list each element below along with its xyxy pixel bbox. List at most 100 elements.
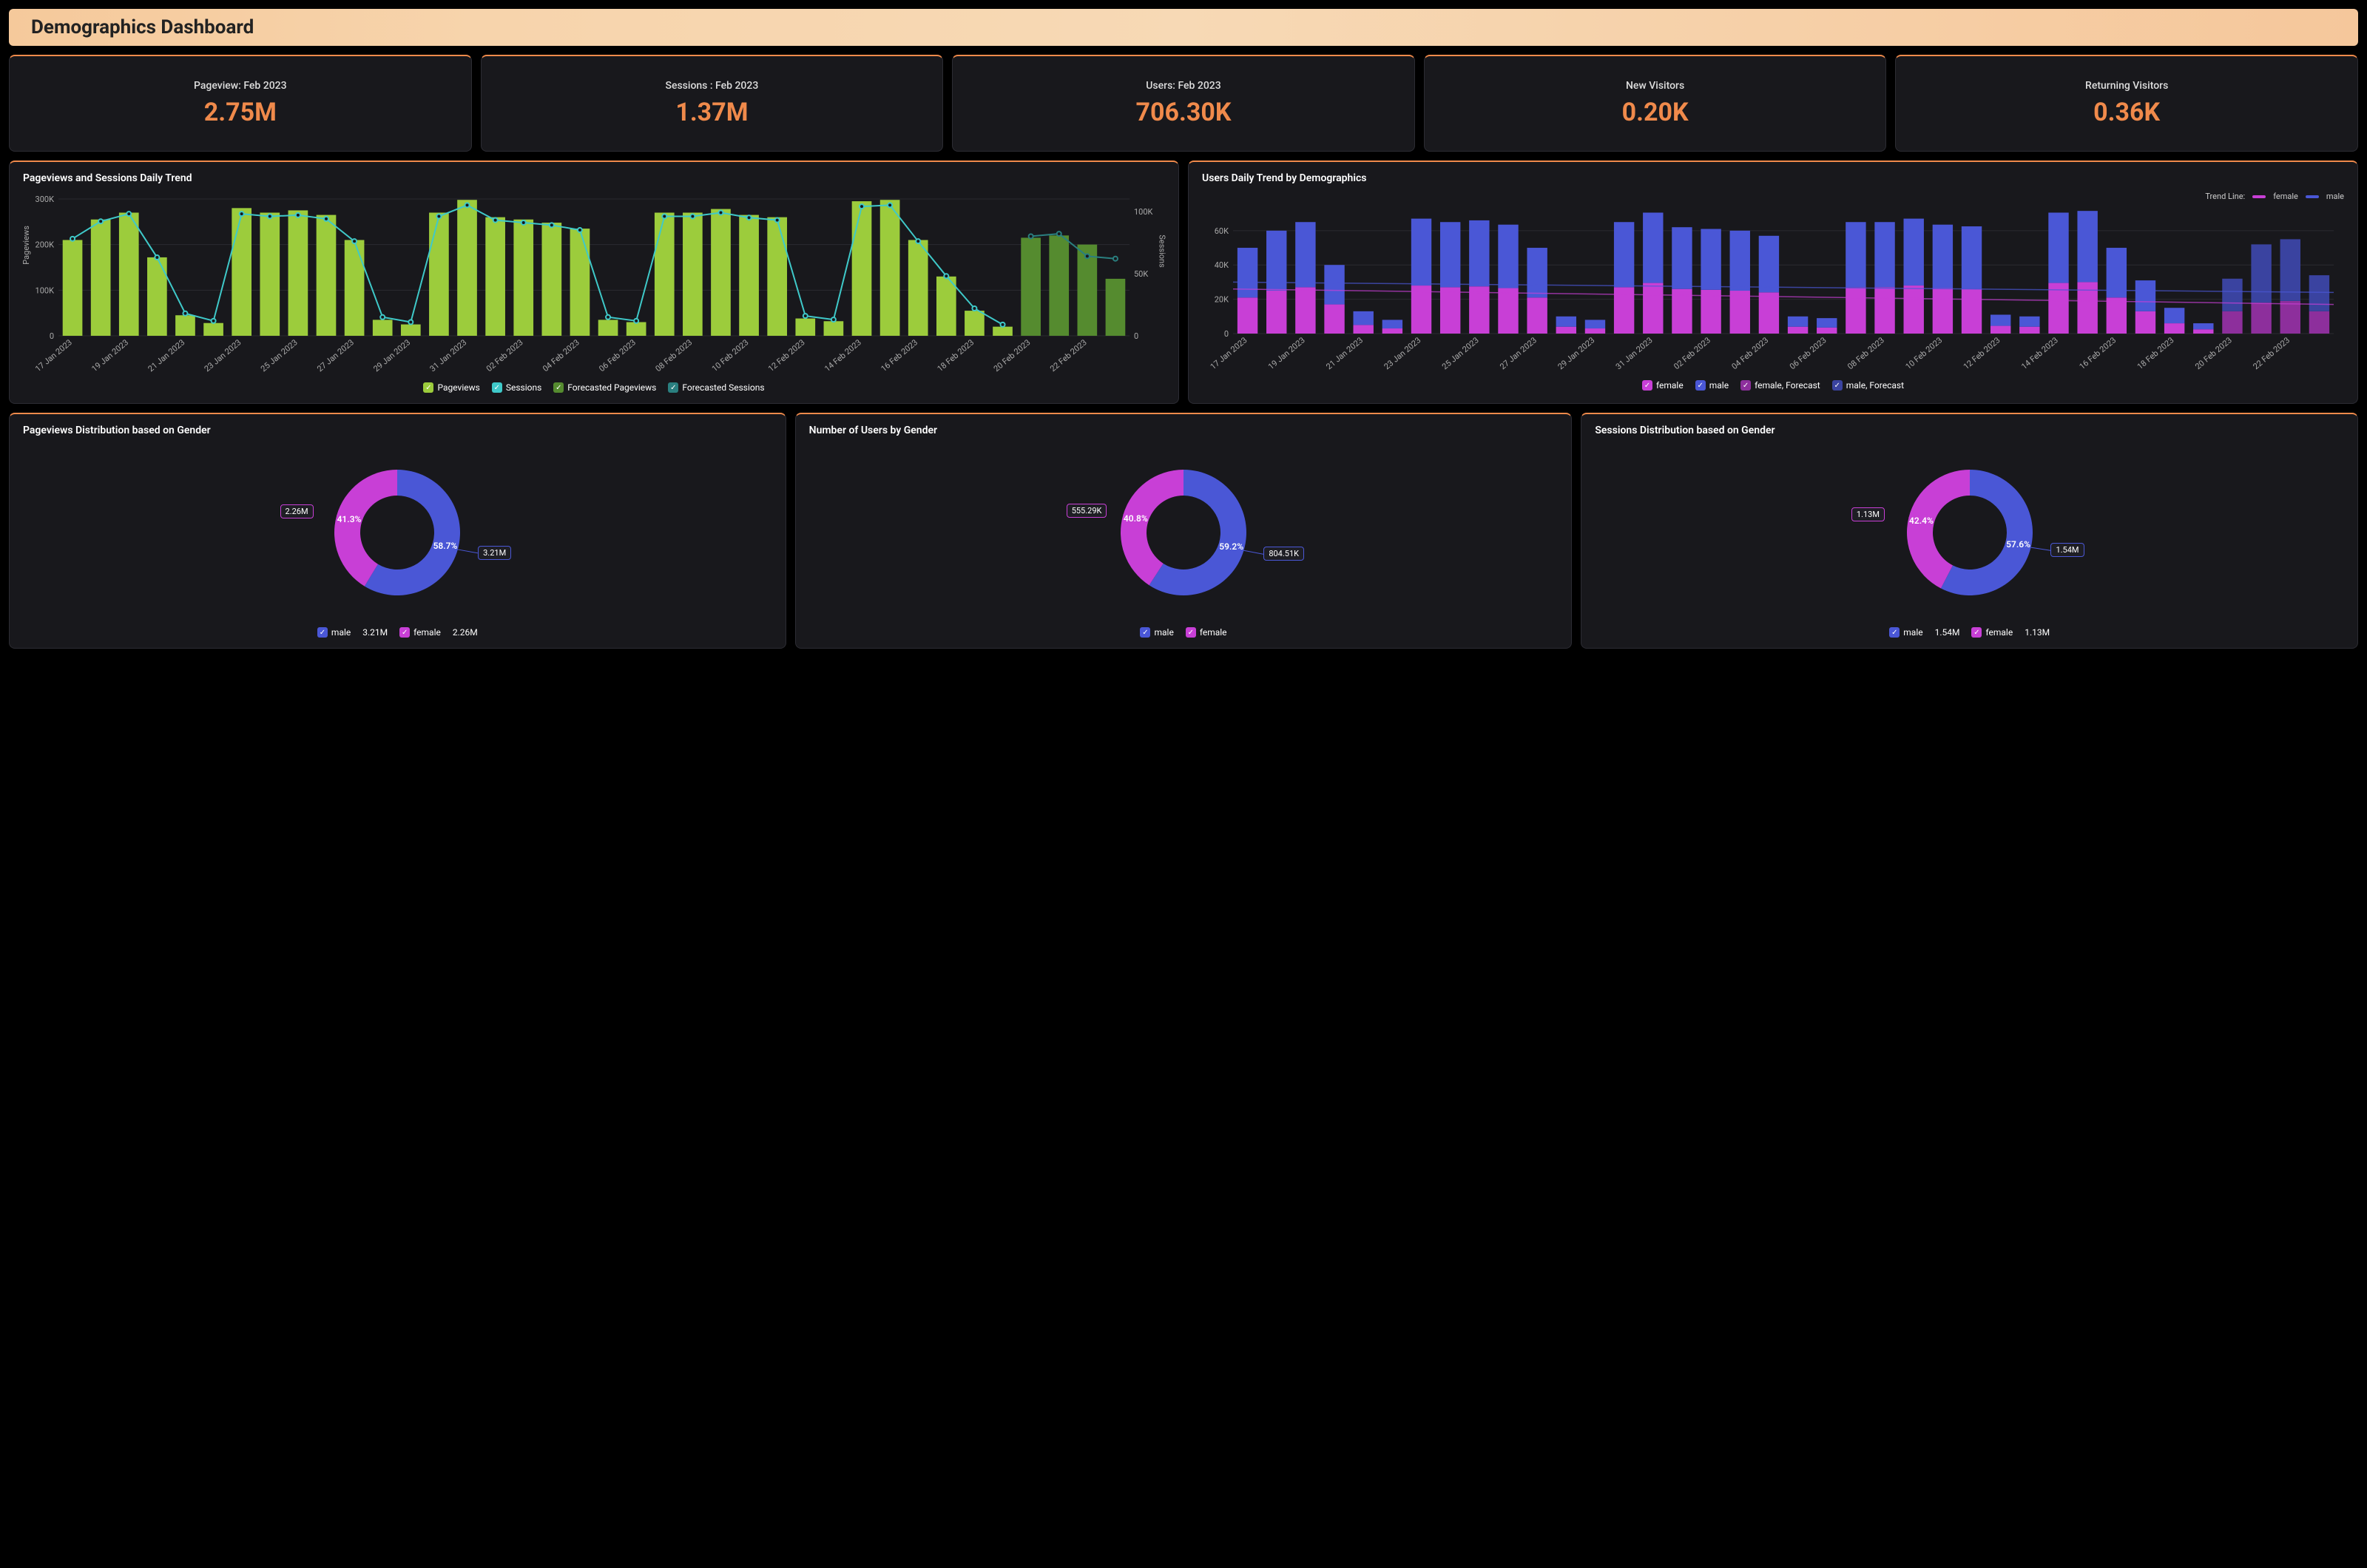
svg-text:40.8%: 40.8%: [1124, 513, 1148, 524]
svg-text:27 Jan 2023: 27 Jan 2023: [315, 337, 356, 374]
chart-users-demographics: Users Daily Trend by Demographics Trend …: [1188, 160, 2358, 404]
svg-text:31 Jan 2023: 31 Jan 2023: [1614, 335, 1655, 371]
chart-pageviews-sessions: Pageviews and Sessions Daily Trend Pagev…: [9, 160, 1179, 404]
chart-legend: ✓male ✓female: [809, 627, 1559, 638]
svg-text:41.3%: 41.3%: [337, 514, 362, 524]
svg-text:20 Feb 2023: 20 Feb 2023: [992, 337, 1033, 374]
kpi-value: 0.20K: [1622, 98, 1689, 127]
svg-text:60K: 60K: [1215, 226, 1229, 236]
legend-male-forecast[interactable]: ✓male, Forecast: [1832, 380, 1904, 391]
kpi-value: 0.36K: [2093, 98, 2160, 127]
chart-pageviews-gender: Pageviews Distribution based on Gender 5…: [9, 413, 786, 649]
legend-male[interactable]: ✓male: [1695, 380, 1729, 391]
legend-female[interactable]: ✓female: [1971, 627, 2013, 638]
svg-text:19 Jan 2023: 19 Jan 2023: [1266, 335, 1307, 371]
svg-text:16 Feb 2023: 16 Feb 2023: [879, 337, 919, 374]
svg-text:23 Jan 2023: 23 Jan 2023: [1382, 335, 1423, 371]
svg-text:06 Feb 2023: 06 Feb 2023: [597, 337, 638, 374]
chart-sessions-gender: Sessions Distribution based on Gender 57…: [1581, 413, 2358, 649]
svg-text:06 Feb 2023: 06 Feb 2023: [1788, 335, 1829, 371]
trend-line-legend: Trend Line: female male: [1202, 192, 2344, 201]
legend-value-male: 1.54M: [1935, 627, 1960, 638]
donut-chart: 57.6%42.4%1.54M1.13M: [1881, 444, 2059, 621]
svg-text:0: 0: [1224, 329, 1229, 339]
kpi-returning-visitors: Returning Visitors 0.36K: [1895, 55, 2358, 152]
kpi-title: Sessions : Feb 2023: [665, 80, 758, 92]
legend-forecasted-pageviews[interactable]: ✓Forecasted Pageviews: [553, 382, 656, 393]
chart-title: Pageviews Distribution based on Gender: [23, 425, 772, 436]
svg-text:12 Feb 2023: 12 Feb 2023: [1962, 335, 2002, 371]
svg-text:17 Jan 2023: 17 Jan 2023: [33, 337, 74, 374]
dashboard-header: Demographics Dashboard: [9, 9, 2358, 46]
legend-female[interactable]: ✓female: [1186, 627, 1227, 638]
kpi-title: Users: Feb 2023: [1146, 80, 1220, 92]
kpi-value: 1.37M: [675, 98, 748, 127]
chart-legend: ✓male 1.54M ✓female 1.13M: [1595, 627, 2344, 638]
svg-text:08 Feb 2023: 08 Feb 2023: [1846, 335, 1886, 371]
y-axis-label-left: Pageviews: [21, 226, 31, 265]
chart-svg: 0 100K 200K 300K 0 50K 100K 17 Jan 2023 19 Jan 2…: [23, 192, 1165, 376]
swatch-female: [2252, 195, 2266, 198]
svg-text:04 Feb 2023: 04 Feb 2023: [1730, 335, 1771, 371]
legend-male[interactable]: ✓male: [1140, 627, 1173, 638]
svg-text:14 Feb 2023: 14 Feb 2023: [2019, 335, 2060, 371]
svg-text:100K: 100K: [36, 285, 55, 295]
svg-text:18 Feb 2023: 18 Feb 2023: [936, 337, 976, 374]
svg-text:25 Jan 2023: 25 Jan 2023: [259, 337, 300, 374]
legend-male[interactable]: ✓male: [317, 627, 351, 638]
chart-users-gender: Number of Users by Gender 59.2%40.8%804.…: [795, 413, 1573, 649]
svg-text:200K: 200K: [36, 240, 55, 250]
chart-title: Sessions Distribution based on Gender: [1595, 425, 2344, 436]
svg-text:0: 0: [1134, 331, 1138, 341]
y-axis-label-right: Sessions: [1157, 234, 1166, 267]
legend-pageviews[interactable]: ✓Pageviews: [423, 382, 479, 393]
kpi-pageviews: Pageview: Feb 2023 2.75M: [9, 55, 472, 152]
svg-text:12 Feb 2023: 12 Feb 2023: [766, 337, 807, 374]
legend-sessions[interactable]: ✓Sessions: [492, 382, 541, 393]
kpi-users: Users: Feb 2023 706.30K: [952, 55, 1415, 152]
svg-text:02 Feb 2023: 02 Feb 2023: [1672, 335, 1712, 371]
legend-male[interactable]: ✓male: [1889, 627, 1922, 638]
svg-text:27 Jan 2023: 27 Jan 2023: [1498, 335, 1539, 371]
svg-text:57.6%: 57.6%: [2006, 539, 2030, 550]
legend-female[interactable]: ✓female: [399, 627, 441, 638]
swatch-male: [2306, 195, 2319, 198]
legend-forecasted-sessions[interactable]: ✓Forecasted Sessions: [668, 382, 764, 393]
chart-title: Users Daily Trend by Demographics: [1202, 172, 2344, 184]
svg-text:08 Feb 2023: 08 Feb 2023: [654, 337, 695, 374]
chart-legend: ✓female ✓male ✓female, Forecast ✓male, F…: [1202, 380, 2344, 391]
legend-value-male: 3.21M: [362, 627, 388, 638]
svg-text:02 Feb 2023: 02 Feb 2023: [484, 337, 525, 374]
svg-text:25 Jan 2023: 25 Jan 2023: [1440, 335, 1481, 371]
chart-legend: ✓male 3.21M ✓female 2.26M: [23, 627, 772, 638]
legend-value-female: 1.13M: [2025, 627, 2050, 638]
svg-text:10 Feb 2023: 10 Feb 2023: [1904, 335, 1945, 371]
svg-text:300K: 300K: [36, 195, 55, 204]
kpi-title: Pageview: Feb 2023: [194, 80, 287, 92]
legend-female-forecast[interactable]: ✓female, Forecast: [1740, 380, 1820, 391]
svg-text:20K: 20K: [1215, 295, 1229, 305]
svg-text:23 Jan 2023: 23 Jan 2023: [203, 337, 243, 374]
chart-legend: ✓Pageviews ✓Sessions ✓Forecasted Pagevie…: [23, 382, 1165, 393]
chart-title: Pageviews and Sessions Daily Trend: [23, 172, 1165, 184]
svg-text:21 Jan 2023: 21 Jan 2023: [146, 337, 187, 374]
svg-text:59.2%: 59.2%: [1219, 541, 1243, 552]
legend-female[interactable]: ✓female: [1642, 380, 1684, 391]
kpi-title: New Visitors: [1626, 80, 1684, 92]
kpi-value: 706.30K: [1135, 98, 1231, 127]
svg-text:16 Feb 2023: 16 Feb 2023: [2078, 335, 2118, 371]
donut-chart: 58.7%41.3%3.21M2.26M: [308, 444, 486, 621]
svg-text:04 Feb 2023: 04 Feb 2023: [541, 337, 581, 374]
svg-text:14 Feb 2023: 14 Feb 2023: [823, 337, 863, 374]
svg-text:40K: 40K: [1215, 260, 1229, 270]
svg-text:50K: 50K: [1134, 269, 1148, 279]
svg-text:19 Jan 2023: 19 Jan 2023: [90, 337, 130, 374]
svg-text:22 Feb 2023: 22 Feb 2023: [2251, 335, 2292, 371]
page-title: Demographics Dashboard: [31, 16, 2336, 38]
kpi-new-visitors: New Visitors 0.20K: [1424, 55, 1887, 152]
svg-text:0: 0: [50, 331, 54, 341]
svg-text:21 Jan 2023: 21 Jan 2023: [1324, 335, 1365, 371]
svg-text:29 Jan 2023: 29 Jan 2023: [1556, 335, 1597, 371]
svg-text:100K: 100K: [1134, 207, 1153, 217]
svg-text:58.7%: 58.7%: [433, 541, 458, 551]
